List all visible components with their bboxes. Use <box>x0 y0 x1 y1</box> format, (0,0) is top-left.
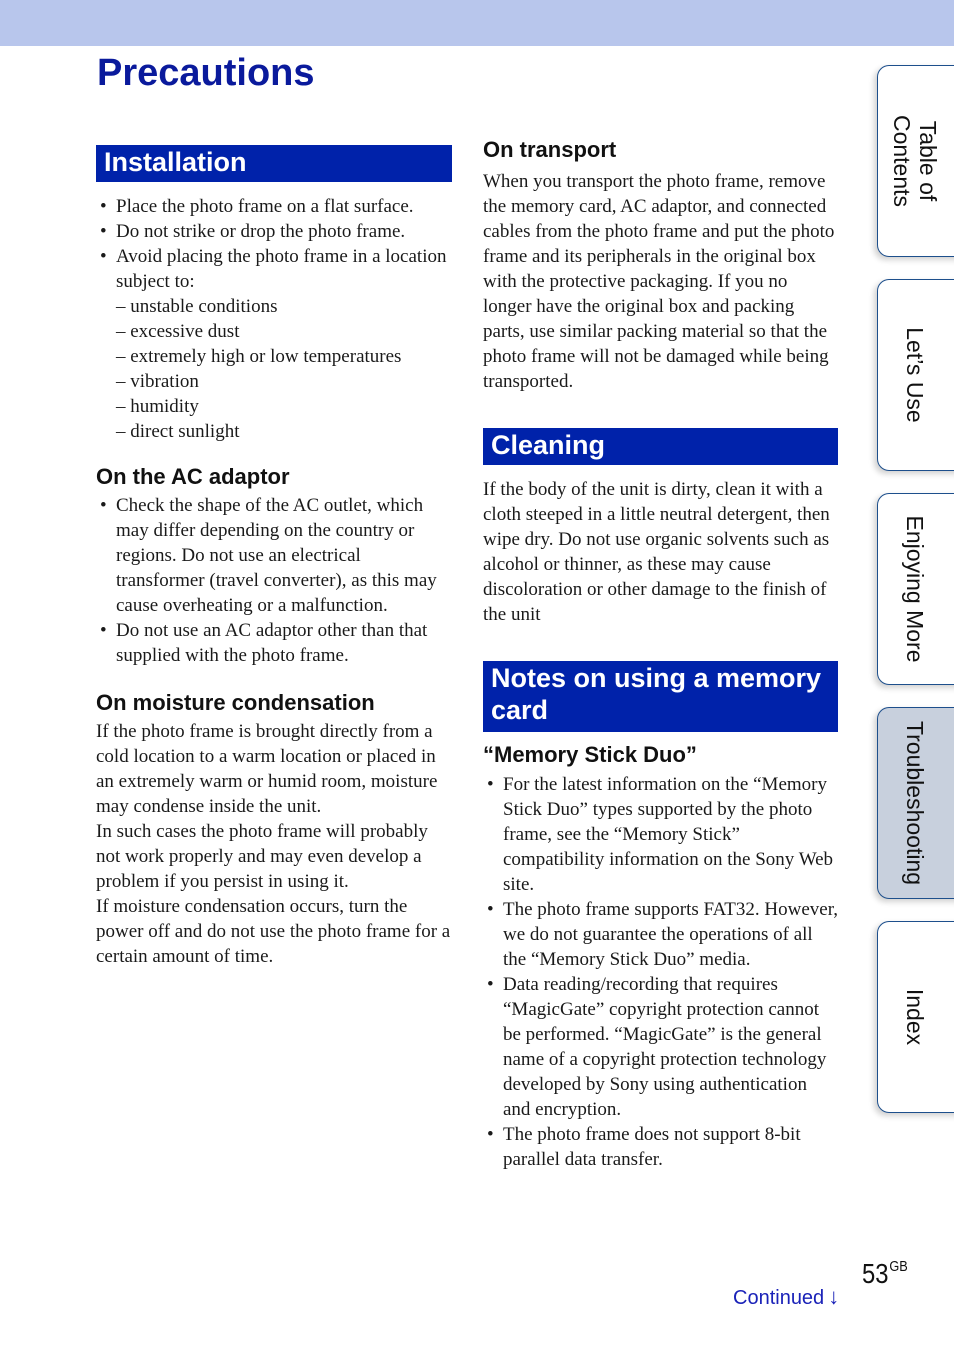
list-item: Do not strike or drop the photo frame. <box>96 219 452 244</box>
section-installation: Installation Place the photo frame on a … <box>96 145 452 444</box>
continued-link[interactable]: Continued ↓ <box>733 1284 839 1310</box>
right-column: On transport When you transport the phot… <box>483 137 839 1172</box>
list-item: Do not use an AC adaptor other than that… <box>96 618 452 668</box>
list-item-text: Avoid placing the photo frame in a locat… <box>116 246 447 292</box>
list-item: Check the shape of the AC outlet, which … <box>96 493 452 618</box>
tab-label-line: Table of <box>915 120 941 202</box>
condition-item: – vibration <box>116 371 199 392</box>
list-item: Avoid placing the photo frame in a locat… <box>96 244 452 444</box>
paragraph: If the body of the unit is dirty, clean … <box>483 479 830 625</box>
subheading-moisture: On moisture condensation <box>96 690 375 715</box>
tab-table-of-contents[interactable]: Table of Contents <box>877 65 954 257</box>
condition-item: – extremely high or low temperatures <box>116 346 402 367</box>
section-memory-card: Notes on using a memory card “Memory Sti… <box>483 661 839 1172</box>
memory-card-list: For the latest information on the “Memor… <box>483 772 839 1172</box>
condition-item: – unstable conditions <box>116 296 278 317</box>
page-title: Precautions <box>97 52 315 94</box>
list-item: For the latest information on the “Memor… <box>483 772 839 897</box>
page-number-value: 53 <box>862 1258 889 1289</box>
page-number-suffix: GB <box>889 1258 908 1275</box>
list-item: Data reading/recording that requires “Ma… <box>483 972 839 1122</box>
arrow-down-icon: ↓ <box>828 1284 840 1309</box>
paragraph: In such cases the photo frame will proba… <box>96 821 428 892</box>
conditions-list: – unstable conditions – excessive dust –… <box>116 294 452 444</box>
section-cleaning: Cleaning If the body of the unit is dirt… <box>483 428 839 627</box>
section-heading-cleaning: Cleaning <box>483 428 838 465</box>
tab-enjoying-more[interactable]: Enjoying More <box>877 493 954 685</box>
tab-label-line: Contents <box>889 114 915 208</box>
condition-item: – humidity <box>116 396 199 417</box>
continued-label: Continued <box>733 1287 825 1309</box>
section-heading-installation: Installation <box>96 145 452 182</box>
list-item: Place the photo frame on a flat surface. <box>96 194 452 219</box>
header-band <box>0 0 954 46</box>
page-number: 53GB <box>862 1258 908 1290</box>
condition-item: – direct sunlight <box>116 421 240 442</box>
ac-adaptor-list: Check the shape of the AC outlet, which … <box>96 493 452 668</box>
tab-label: Let’s Use <box>902 327 928 423</box>
left-column: Installation Place the photo frame on a … <box>96 145 452 969</box>
tab-label: Enjoying More <box>902 515 928 663</box>
tab-label: Troubleshooting <box>902 720 928 886</box>
tab-label: Index <box>902 988 928 1046</box>
list-item: The photo frame supports FAT32. However,… <box>483 897 839 972</box>
section-heading-memory-card: Notes on using a memory card <box>483 661 838 732</box>
list-item: The photo frame does not support 8-bit p… <box>483 1122 839 1172</box>
installation-list: Place the photo frame on a flat surface.… <box>96 194 452 444</box>
tab-index[interactable]: Index <box>877 921 954 1113</box>
section-transport: On transport When you transport the phot… <box>483 137 839 394</box>
paragraph: If the photo frame is brought directly f… <box>96 721 438 817</box>
tab-lets-use[interactable]: Let’s Use <box>877 279 954 471</box>
subheading-ac-adaptor: On the AC adaptor <box>96 464 290 489</box>
paragraph: If moisture condensation occurs, turn th… <box>96 896 451 967</box>
tab-troubleshooting[interactable]: Troubleshooting <box>877 707 954 899</box>
condition-item: – excessive dust <box>116 321 240 342</box>
subheading-transport: On transport <box>483 137 617 162</box>
paragraph: When you transport the photo frame, remo… <box>483 171 835 392</box>
subheading-memory-stick-duo: “Memory Stick Duo” <box>483 742 697 767</box>
section-ac-adaptor: On the AC adaptor Check the shape of the… <box>96 464 452 668</box>
tab-label: Table of Contents <box>889 115 941 207</box>
section-moisture: On moisture condensation If the photo fr… <box>96 690 452 969</box>
